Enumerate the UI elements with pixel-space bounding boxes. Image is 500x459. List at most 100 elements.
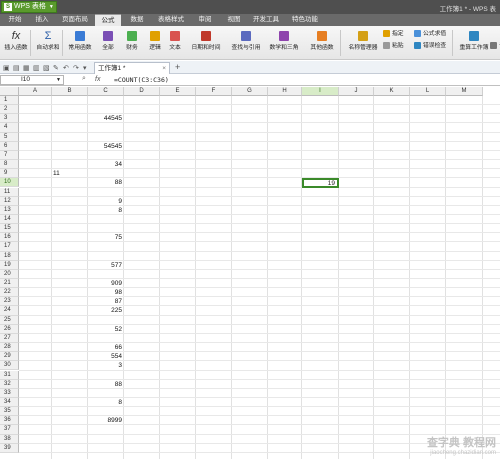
column-header-k[interactable]: K: [374, 87, 410, 96]
tab-9[interactable]: 特色功能: [288, 14, 322, 26]
name-manager-button[interactable]: 名称管理器: [344, 28, 382, 58]
column-header-m[interactable]: M: [446, 87, 483, 96]
cell-c24[interactable]: 225: [88, 306, 124, 315]
save-icon[interactable]: ▦: [23, 64, 30, 72]
column-header-a[interactable]: A: [19, 87, 52, 96]
tab-4[interactable]: 数据: [125, 14, 149, 26]
column-header-h[interactable]: H: [268, 87, 302, 96]
row-header[interactable]: 38: [0, 434, 19, 444]
column-header-j[interactable]: J: [339, 87, 374, 96]
autosum-button[interactable]: Σ 自动求和: [34, 28, 62, 58]
tab-2[interactable]: 页面布局: [58, 14, 92, 26]
date-time-button[interactable]: 日期和时间: [188, 28, 224, 58]
row-header[interactable]: 31: [0, 370, 19, 380]
tab-6[interactable]: 审阅: [193, 14, 217, 26]
row-header[interactable]: 25: [0, 315, 19, 325]
format-painter-icon[interactable]: ✎: [53, 64, 59, 72]
column-header-l[interactable]: L: [410, 87, 446, 96]
row-header[interactable]: 19: [0, 260, 19, 270]
name-box[interactable]: I10 ▼: [0, 75, 64, 85]
lookup-reference-button[interactable]: 查找与引用: [228, 28, 264, 58]
row-header[interactable]: 23: [0, 297, 19, 307]
row-header[interactable]: 35: [0, 407, 19, 417]
cell-c29[interactable]: 554: [88, 352, 124, 361]
row-header[interactable]: 22: [0, 288, 19, 298]
cell-c26[interactable]: 52: [88, 325, 124, 334]
preview-icon[interactable]: ▧: [43, 64, 50, 72]
cell-b9[interactable]: 11: [52, 169, 88, 178]
new-tab-button[interactable]: +: [175, 62, 180, 72]
row-header[interactable]: 28: [0, 343, 19, 353]
zoom-icon[interactable]: ⌕: [82, 75, 86, 83]
row-header[interactable]: 29: [0, 352, 19, 362]
close-icon[interactable]: ×: [162, 63, 166, 74]
cell-c6[interactable]: 54545: [88, 142, 124, 151]
row-header[interactable]: 14: [0, 214, 19, 225]
tab-1[interactable]: 插入: [30, 14, 54, 26]
financial-button[interactable]: 财务: [122, 28, 142, 58]
redo-icon[interactable]: ↷: [73, 64, 79, 72]
math-trig-button[interactable]: 数学和三角: [266, 28, 302, 58]
row-header[interactable]: 33: [0, 388, 19, 398]
undo-icon[interactable]: ↶: [63, 64, 69, 72]
row-header[interactable]: 6: [0, 141, 19, 151]
fx-icon[interactable]: fx: [95, 74, 100, 86]
print-icon[interactable]: ▥: [33, 64, 40, 72]
cell-c21[interactable]: 909: [88, 279, 124, 288]
tab-8[interactable]: 开发工具: [249, 14, 283, 26]
cell-c12[interactable]: 9: [88, 197, 124, 206]
cell-c32[interactable]: 88: [88, 380, 124, 389]
specify-button[interactable]: 指定: [383, 30, 404, 39]
active-cell-i10[interactable]: 19: [302, 177, 339, 188]
tab-5[interactable]: 表格样式: [154, 14, 188, 26]
row-header[interactable]: 11: [0, 187, 19, 197]
row-header[interactable]: 26: [0, 324, 19, 334]
workbook-tab[interactable]: 工作簿1 * ×: [94, 62, 170, 74]
row-header[interactable]: 8: [0, 160, 19, 170]
row-header[interactable]: 10: [0, 178, 19, 188]
row-header[interactable]: 5: [0, 132, 19, 142]
quick-access-dropdown-icon[interactable]: ▾: [83, 64, 87, 72]
row-header[interactable]: 1: [0, 96, 19, 106]
row-header[interactable]: 21: [0, 279, 19, 289]
row-header[interactable]: 3: [0, 114, 19, 124]
row-header[interactable]: 34: [0, 397, 19, 408]
column-header-f[interactable]: F: [196, 87, 232, 96]
cell-c30[interactable]: 3: [88, 361, 124, 370]
paste-name-button[interactable]: 粘贴: [383, 42, 404, 51]
common-functions-button[interactable]: 常用函数: [66, 28, 94, 58]
logical-button[interactable]: 逻辑: [146, 28, 164, 58]
row-header[interactable]: 2: [0, 105, 19, 115]
all-functions-button[interactable]: 全部: [98, 28, 118, 58]
column-header-d[interactable]: D: [124, 87, 160, 96]
chevron-down-icon[interactable]: ▼: [56, 76, 61, 84]
spreadsheet-grid[interactable]: A B C D E F G H I J K L M 1 2 3 4 5 6 7 8 9 10 11 12 13 14 15 16 17 18…: [0, 87, 500, 459]
cell-c16[interactable]: 75: [88, 233, 124, 242]
cell-c8[interactable]: 34: [88, 160, 124, 169]
row-header[interactable]: 20: [0, 269, 19, 279]
row-header[interactable]: 30: [0, 361, 19, 371]
app-menu-button[interactable]: S WPS 表格 ▼: [1, 1, 57, 13]
cell-c34[interactable]: 8: [88, 398, 124, 407]
cell-c3[interactable]: 44545: [88, 114, 124, 123]
cell-c19[interactable]: 577: [88, 261, 124, 270]
open-icon[interactable]: ▤: [13, 64, 20, 72]
row-header[interactable]: 4: [0, 123, 19, 133]
text-button[interactable]: 文本: [166, 28, 184, 58]
column-header-i[interactable]: I: [302, 87, 339, 96]
row-header[interactable]: 12: [0, 196, 19, 206]
recalc-workbook-button[interactable]: 重算工作簿: [455, 28, 493, 58]
cell-c10[interactable]: 88: [88, 178, 124, 187]
row-header[interactable]: 7: [0, 150, 19, 161]
row-header[interactable]: 36: [0, 416, 19, 426]
cell-c23[interactable]: 87: [88, 297, 124, 306]
column-header-c[interactable]: C: [88, 87, 124, 96]
tab-0[interactable]: 开始: [0, 14, 30, 26]
row-header[interactable]: 37: [0, 425, 19, 435]
calc-button[interactable]: 计: [490, 42, 500, 51]
row-header[interactable]: 27: [0, 333, 19, 344]
error-check-button[interactable]: 错误检查: [414, 42, 446, 51]
tab-7[interactable]: 视图: [222, 14, 246, 26]
row-header[interactable]: 13: [0, 205, 19, 215]
cell-c36[interactable]: 8999: [88, 416, 124, 425]
